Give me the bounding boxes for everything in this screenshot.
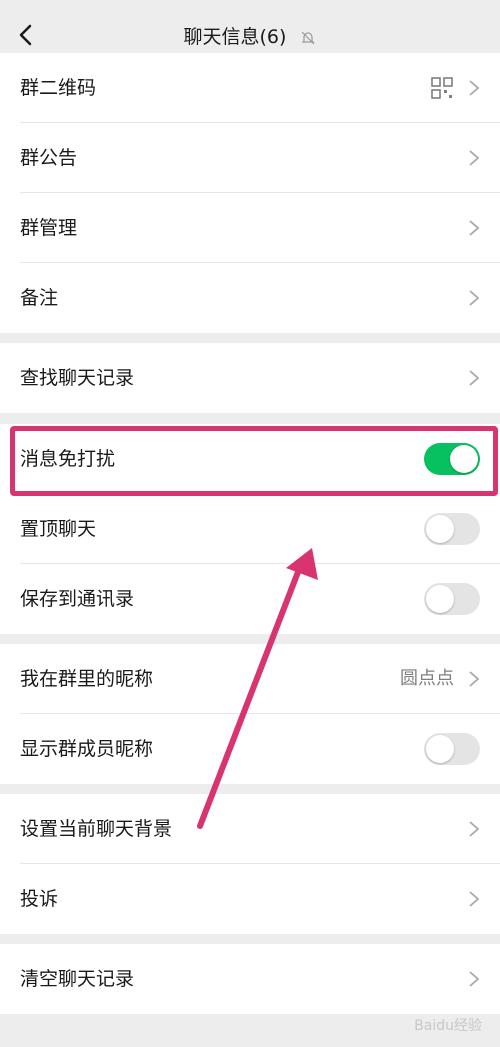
- row-label: 我在群里的昵称: [20, 668, 154, 690]
- row-group-announcement[interactable]: 群公告: [0, 123, 500, 193]
- chevron-right-icon: [469, 671, 480, 687]
- row-label: 投诉: [20, 888, 59, 910]
- bell-off-icon: [302, 31, 315, 44]
- row-label: 清空聊天记录: [20, 968, 135, 990]
- page-title: 聊天信息(6): [0, 22, 500, 49]
- row-label: 保存到通讯录: [20, 588, 135, 610]
- show-member-nicknames-toggle[interactable]: [424, 733, 480, 765]
- row-sticky-on-top: 置顶聊天: [0, 494, 500, 564]
- nickname-value: 圆点点: [400, 668, 454, 689]
- row-search-chat-history[interactable]: 查找聊天记录: [0, 343, 500, 413]
- chevron-right-icon: [469, 370, 480, 386]
- group-info-section: 群二维码 群公告 群管理 备注: [0, 53, 500, 333]
- row-label: 设置当前聊天背景: [20, 818, 173, 840]
- row-set-chat-background[interactable]: 设置当前聊天背景: [0, 794, 500, 864]
- row-my-group-nickname[interactable]: 我在群里的昵称 圆点点: [0, 644, 500, 714]
- chevron-right-icon: [469, 891, 480, 907]
- page-title-text: 聊天信息(6): [183, 26, 287, 48]
- row-label: 群公告: [20, 147, 78, 169]
- sticky-on-top-toggle[interactable]: [424, 513, 480, 545]
- chevron-right-icon: [469, 80, 480, 96]
- row-label: 显示群成员昵称: [20, 738, 154, 760]
- row-group-management[interactable]: 群管理: [0, 193, 500, 263]
- chevron-right-icon: [469, 821, 480, 837]
- row-show-member-nicknames: 显示群成员昵称: [0, 714, 500, 784]
- row-label: 群管理: [20, 217, 78, 239]
- clear-section: 清空聊天记录: [0, 944, 500, 1014]
- row-label: 备注: [20, 287, 59, 309]
- row-save-to-contacts: 保存到通讯录: [0, 564, 500, 634]
- qr-code-icon: [431, 77, 453, 99]
- save-to-contacts-toggle[interactable]: [424, 583, 480, 615]
- chevron-right-icon: [469, 220, 480, 236]
- search-section: 查找聊天记录: [0, 343, 500, 413]
- chat-settings-section: 设置当前聊天背景 投诉: [0, 794, 500, 934]
- row-remark[interactable]: 备注: [0, 263, 500, 333]
- chevron-right-icon: [469, 290, 480, 306]
- row-label: 群二维码: [20, 77, 97, 99]
- row-label: 查找聊天记录: [20, 367, 135, 389]
- row-clear-chat-history[interactable]: 清空聊天记录: [0, 944, 500, 1014]
- highlight-box: [10, 426, 498, 496]
- nickname-section: 我在群里的昵称 圆点点 显示群成员昵称: [0, 644, 500, 784]
- row-report[interactable]: 投诉: [0, 864, 500, 934]
- watermark: Baidu经验: [414, 1018, 482, 1034]
- chevron-right-icon: [469, 150, 480, 166]
- row-label: 置顶聊天: [20, 518, 97, 540]
- chevron-right-icon: [469, 971, 480, 987]
- row-group-qrcode[interactable]: 群二维码: [0, 53, 500, 123]
